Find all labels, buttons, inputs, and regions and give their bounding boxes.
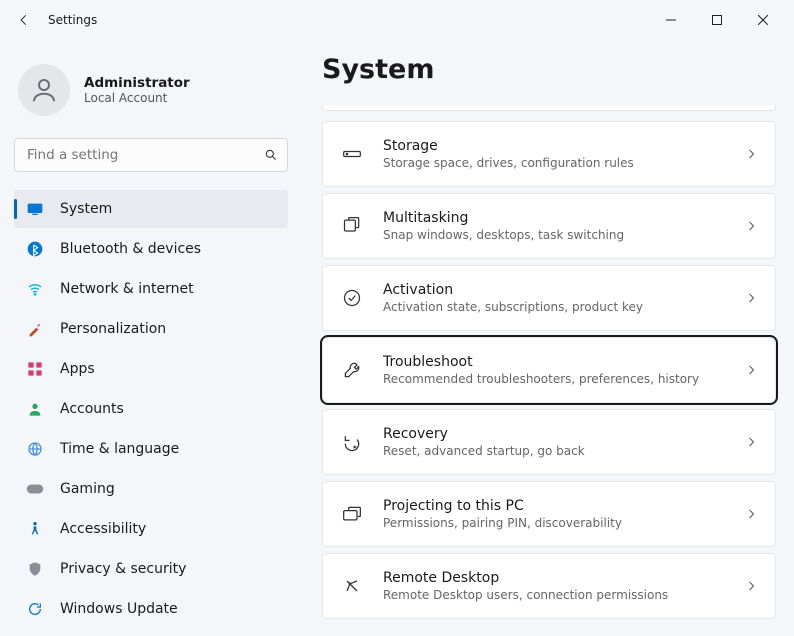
card-title: Projecting to this PC — [383, 498, 745, 514]
recovery-icon — [341, 431, 363, 453]
chevron-right-icon — [745, 148, 757, 160]
back-button[interactable] — [8, 4, 40, 36]
update-icon — [26, 600, 44, 618]
nav-item-system[interactable]: System — [14, 190, 288, 228]
settings-card-activation[interactable]: Activation Activation state, subscription… — [322, 265, 776, 331]
settings-list: Storage Storage space, drives, configurat… — [322, 105, 776, 619]
nav-item-label: Apps — [60, 361, 95, 377]
project-icon — [341, 503, 363, 525]
content: System Storage Storage space, drives, con… — [300, 40, 794, 636]
chevron-right-icon — [745, 436, 757, 448]
wrench-icon — [341, 359, 363, 381]
check-icon — [341, 287, 363, 309]
user-sub: Local Account — [84, 91, 190, 105]
nav-item-label: Gaming — [60, 481, 115, 497]
chevron-right-icon — [745, 580, 757, 592]
card-title: Troubleshoot — [383, 354, 745, 370]
nav-item-label: Bluetooth & devices — [60, 241, 201, 257]
settings-card-troubleshoot[interactable]: Troubleshoot Recommended troubleshooters,… — [322, 337, 776, 403]
settings-card-projecting-to-this-pc[interactable]: Projecting to this PC Permissions, pairin… — [322, 481, 776, 547]
nav-item-bluetooth-devices[interactable]: Bluetooth & devices — [14, 230, 288, 268]
nav-item-windows-update[interactable]: Windows Update — [14, 590, 288, 628]
remote-icon — [341, 575, 363, 597]
card-title: Activation — [383, 282, 745, 298]
settings-card-remote-desktop[interactable]: Remote Desktop Remote Desktop users, conn… — [322, 553, 776, 619]
settings-card-multitasking[interactable]: Multitasking Snap windows, desktops, task… — [322, 193, 776, 259]
window-title: Settings — [48, 13, 97, 27]
nav-item-accounts[interactable]: Accounts — [14, 390, 288, 428]
chevron-right-icon — [745, 364, 757, 376]
titlebar: Settings — [0, 0, 794, 40]
monitor-icon — [26, 200, 44, 218]
settings-card-recovery[interactable]: Recovery Reset, advanced startup, go back — [322, 409, 776, 475]
nav-item-label: Windows Update — [60, 601, 178, 617]
card-title: Remote Desktop — [383, 570, 745, 586]
page-title: System — [322, 54, 776, 85]
multitask-icon — [341, 215, 363, 237]
access-icon — [26, 520, 44, 538]
nav-item-label: Network & internet — [60, 281, 194, 297]
search-icon — [264, 148, 278, 162]
search-box[interactable] — [14, 138, 288, 172]
nav-item-accessibility[interactable]: Accessibility — [14, 510, 288, 548]
shield-icon — [26, 560, 44, 578]
card-subtitle: Snap windows, desktops, task switching — [383, 228, 745, 242]
chevron-right-icon — [745, 508, 757, 520]
nav-item-label: Accounts — [60, 401, 124, 417]
card-title: Multitasking — [383, 210, 745, 226]
nav-item-label: Privacy & security — [60, 561, 186, 577]
card-subtitle: Remote Desktop users, connection permiss… — [383, 588, 745, 602]
card-subtitle: Permissions, pairing PIN, discoverabilit… — [383, 516, 745, 530]
brush-icon — [26, 320, 44, 338]
nav-item-label: Personalization — [60, 321, 166, 337]
close-button[interactable] — [740, 4, 786, 36]
person-icon — [26, 400, 44, 418]
avatar — [18, 64, 70, 116]
card-subtitle: Activation state, subscriptions, product… — [383, 300, 745, 314]
search-input[interactable] — [14, 138, 288, 172]
nav-item-label: Accessibility — [60, 521, 146, 537]
nav-item-personalization[interactable]: Personalization — [14, 310, 288, 348]
nav-item-apps[interactable]: Apps — [14, 350, 288, 388]
card-title: Storage — [383, 138, 745, 154]
sidebar: Administrator Local Account System Blueto… — [0, 40, 300, 636]
card-subtitle: Reset, advanced startup, go back — [383, 444, 745, 458]
globe-icon — [26, 440, 44, 458]
apps-icon — [26, 360, 44, 378]
storage-icon — [341, 143, 363, 165]
minimize-button[interactable] — [648, 4, 694, 36]
maximize-button[interactable] — [694, 4, 740, 36]
user-name: Administrator — [84, 75, 190, 91]
nav-item-label: Time & language — [60, 441, 179, 457]
bt-icon — [26, 240, 44, 258]
nav-item-network-internet[interactable]: Network & internet — [14, 270, 288, 308]
nav-item-time-language[interactable]: Time & language — [14, 430, 288, 468]
previous-card-sliver — [322, 105, 776, 111]
card-subtitle: Recommended troubleshooters, preferences… — [383, 372, 745, 386]
game-icon — [26, 480, 44, 498]
settings-card-storage[interactable]: Storage Storage space, drives, configurat… — [322, 121, 776, 187]
user-block[interactable]: Administrator Local Account — [14, 58, 288, 134]
nav-item-label: System — [60, 201, 112, 217]
wifi-icon — [26, 280, 44, 298]
chevron-right-icon — [745, 292, 757, 304]
nav-item-privacy-security[interactable]: Privacy & security — [14, 550, 288, 588]
nav: System Bluetooth & devices Network & inter… — [14, 190, 288, 628]
card-title: Recovery — [383, 426, 745, 442]
card-subtitle: Storage space, drives, configuration rul… — [383, 156, 745, 170]
chevron-right-icon — [745, 220, 757, 232]
nav-item-gaming[interactable]: Gaming — [14, 470, 288, 508]
